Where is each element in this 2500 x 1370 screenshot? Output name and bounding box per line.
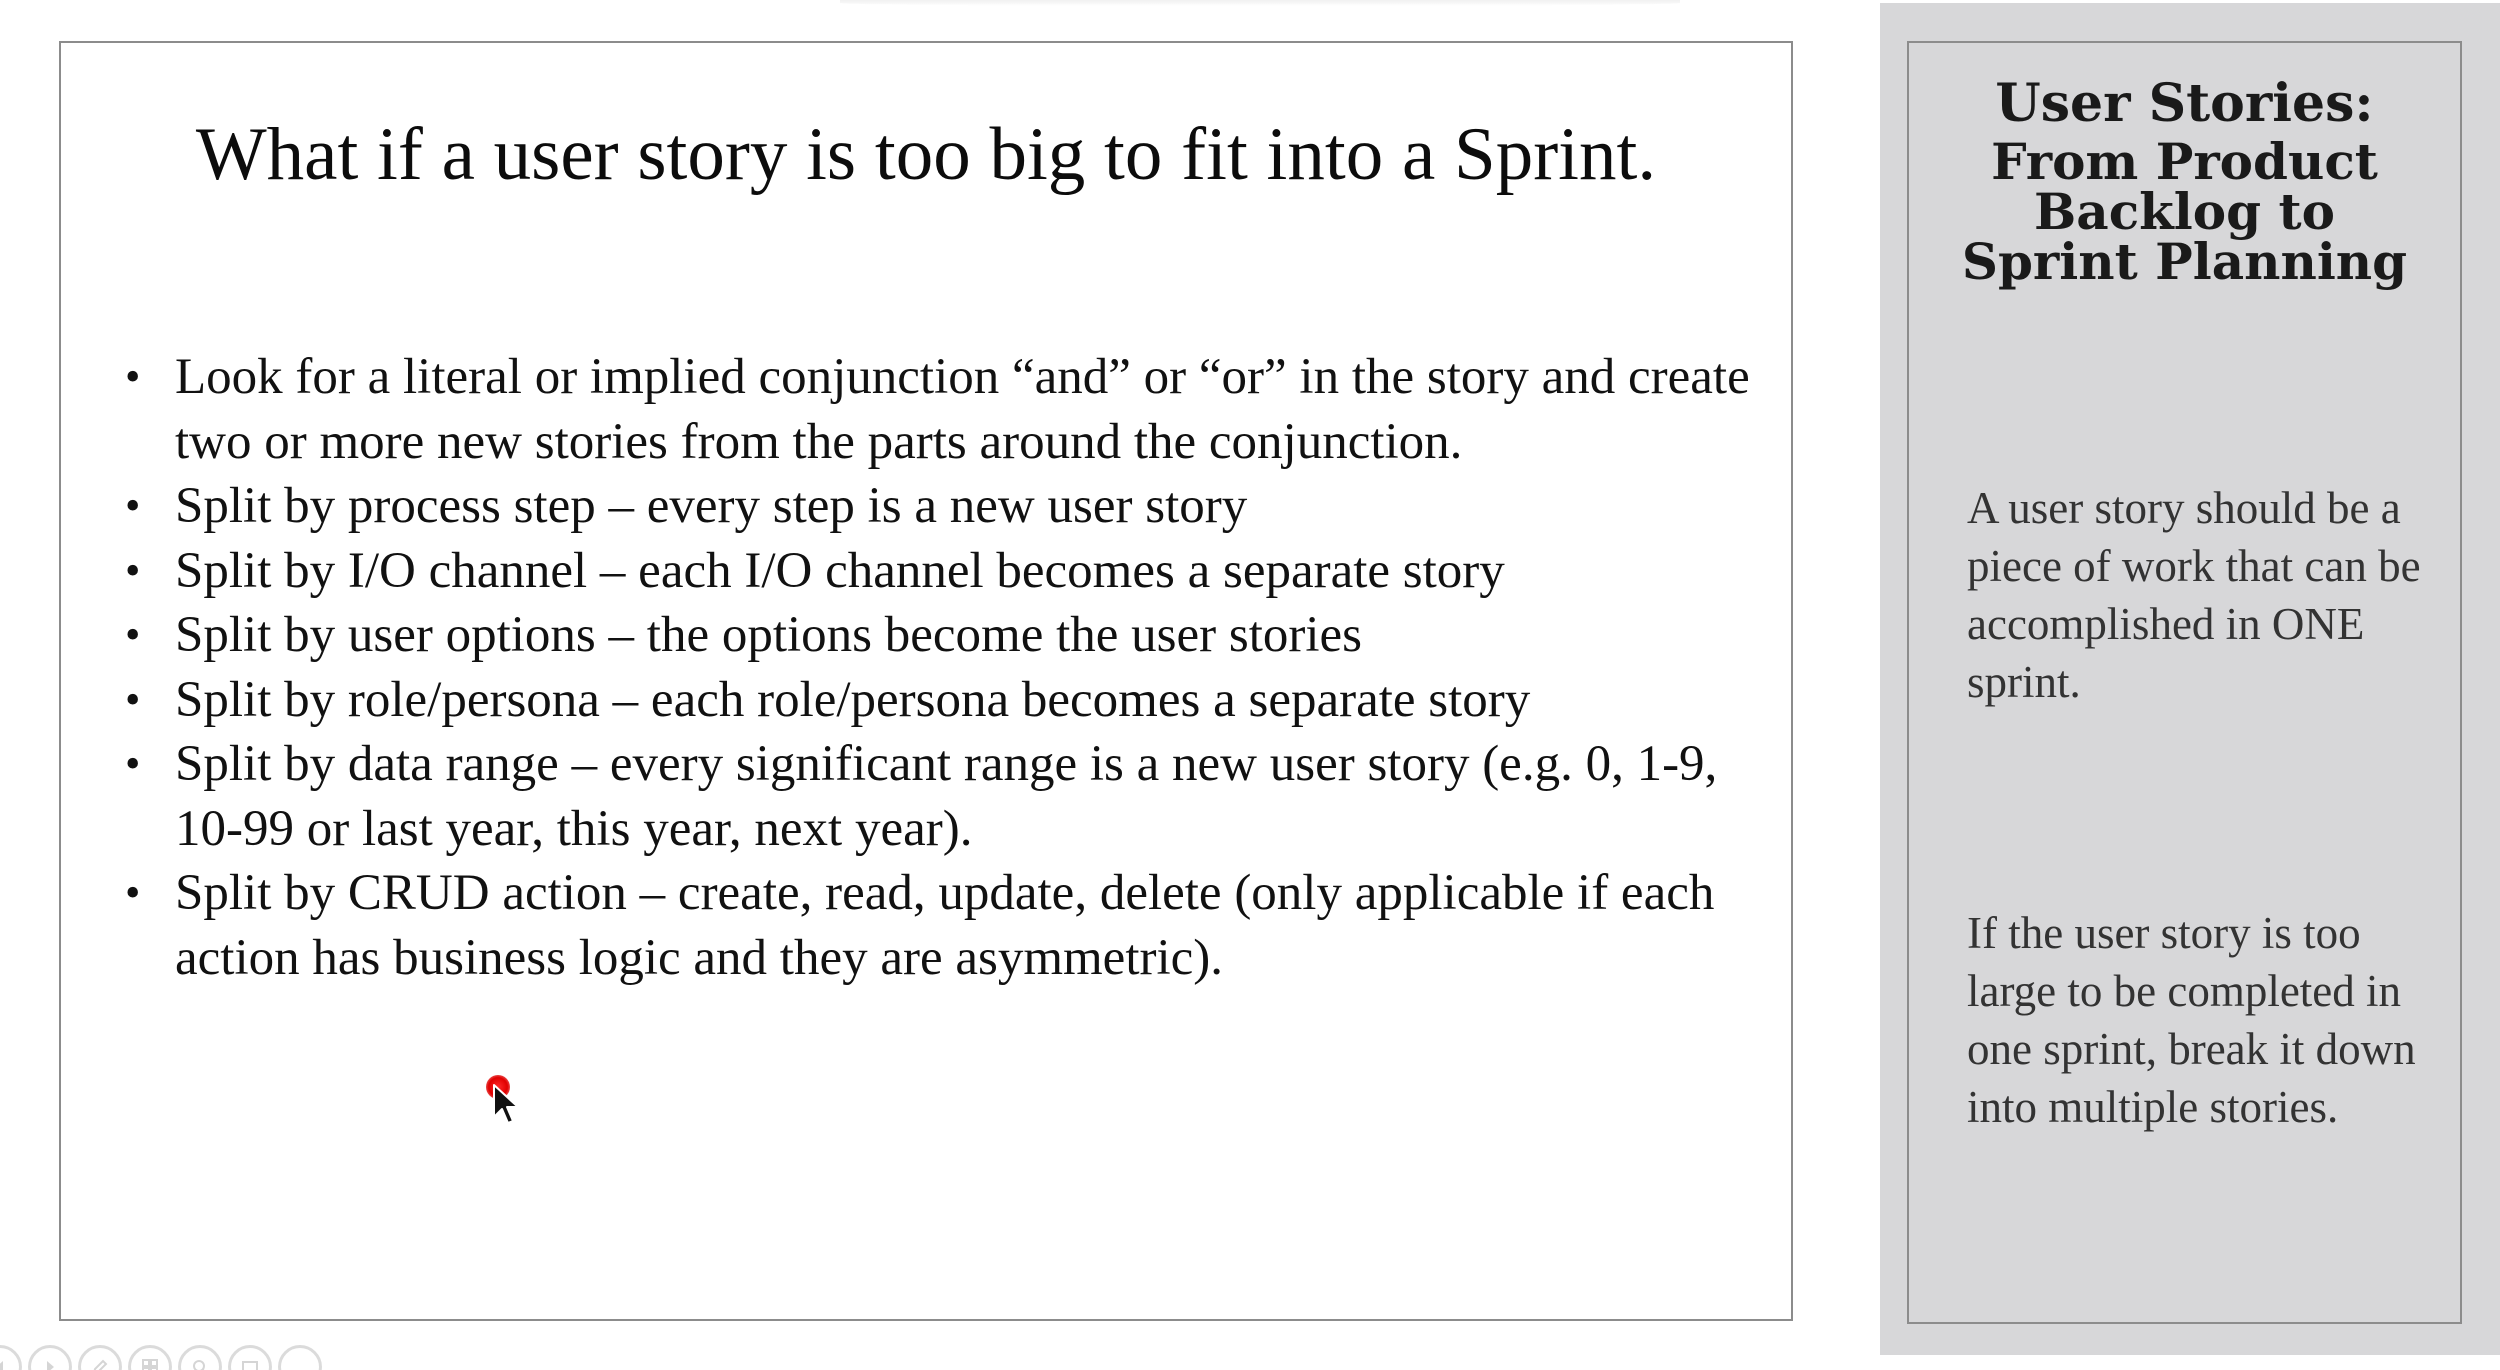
slides-grid-icon[interactable] xyxy=(128,1345,172,1370)
bullet-text: Split by CRUD action – create, read, upd… xyxy=(175,865,1715,986)
bullet-item: • Split by CRUD action – create, read, u… xyxy=(111,861,1771,990)
side-panel-background: User Stories: From Product Backlog to Sp… xyxy=(1880,3,2500,1355)
bullet-dot: • xyxy=(125,868,141,917)
previous-icon[interactable] xyxy=(0,1345,22,1370)
side-panel-text-sprint-size: A user story should be a piece of work t… xyxy=(1967,483,2421,707)
side-panel: User Stories: From Product Backlog to Sp… xyxy=(1907,41,2462,1324)
bullet-text: Split by process step – every step is a … xyxy=(175,478,1248,534)
next-icon[interactable] xyxy=(28,1345,72,1370)
bullet-text: Split by role/persona – each role/person… xyxy=(175,671,1531,728)
bullet-item: • Split by process step – every step is … xyxy=(111,474,1771,539)
side-title-line2: From Product Backlog to Sprint Planning xyxy=(1961,132,2408,291)
side-panel-text-break-down: If the user story is too large to be com… xyxy=(1967,908,2416,1132)
presenter-toolbar: … xyxy=(0,1345,322,1370)
side-title-line1: User Stories: xyxy=(1995,73,2374,134)
slide-main: What if a user story is too big to fit i… xyxy=(59,41,1793,1321)
bullet-dot: • xyxy=(125,481,141,530)
bullet-text: Split by user options – the options beco… xyxy=(175,607,1363,663)
bullet-list: • Look for a literal or implied conjunct… xyxy=(111,345,1771,990)
bullet-item: • Split by data range – every significan… xyxy=(111,732,1771,861)
bullet-text: Split by I/O channel – each I/O channel … xyxy=(175,542,1505,599)
bullet-dot: • xyxy=(125,610,141,659)
bullet-dot: • xyxy=(125,739,141,788)
bullet-item: • Split by I/O channel – each I/O channe… xyxy=(111,539,1771,604)
window-top-shadow xyxy=(840,0,1680,6)
bullet-item: • Split by user options – the options be… xyxy=(111,603,1771,668)
bullet-item: • Look for a literal or implied conjunct… xyxy=(111,345,1771,474)
bullet-text: Look for a literal or implied conjunctio… xyxy=(175,349,1750,470)
bullet-dot: • xyxy=(125,545,141,595)
mouse-cursor-icon xyxy=(493,1084,519,1124)
subtitles-icon[interactable] xyxy=(228,1345,272,1370)
zoom-icon[interactable] xyxy=(178,1345,222,1370)
slide-title: What if a user story is too big to fit i… xyxy=(195,113,1657,196)
more-options-icon[interactable]: … xyxy=(278,1345,322,1370)
pen-icon[interactable] xyxy=(78,1345,122,1370)
bullet-dot: • xyxy=(125,674,141,724)
side-panel-title: User Stories: From Product Backlog to Sp… xyxy=(1909,71,2460,287)
bullet-dot: • xyxy=(125,352,141,401)
bullet-text: Split by data range – every significant … xyxy=(175,736,1718,857)
bullet-item: • Split by role/persona – each role/pers… xyxy=(111,668,1771,733)
